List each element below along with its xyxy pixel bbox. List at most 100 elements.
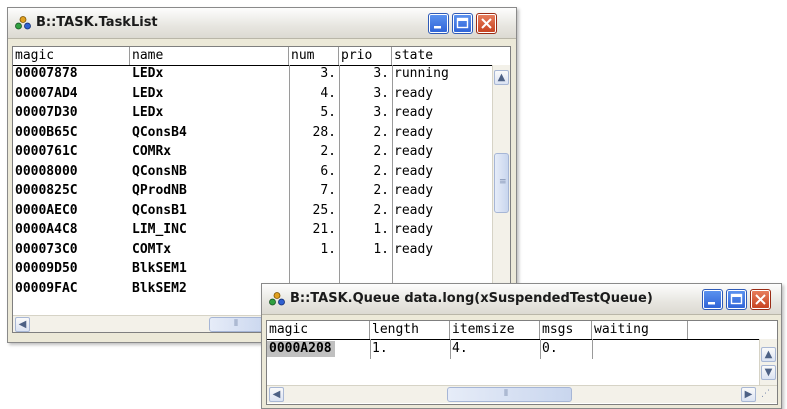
cell-num: 2. (320, 144, 336, 159)
grip-icon: ⦀ (504, 389, 508, 399)
vertical-scrollbar[interactable]: ▲ ▼ (759, 339, 777, 385)
scroll-right-button[interactable]: ▶ (741, 387, 756, 402)
cell-num: 1. (320, 241, 336, 257)
scroll-left-button[interactable]: ◀ (269, 387, 284, 402)
cell-name: QConsNB (132, 163, 187, 179)
cell-name: QConsB1 (132, 202, 187, 218)
resize-grip-icon[interactable]: ⋰ (761, 389, 770, 399)
table-row[interactable]: 00007AD4 LEDx 4. 3. ready (13, 86, 510, 102)
scroll-thumb[interactable]: ⦀ (447, 387, 572, 402)
chevron-down-icon: ▼ (764, 367, 773, 378)
cell-state: ready (394, 222, 434, 237)
maximize-button[interactable] (452, 13, 473, 34)
cell-state: ready (394, 144, 434, 159)
cell-prio: 1. (373, 241, 389, 257)
table-header: magic name num prio state (13, 47, 510, 66)
horizontal-scrollbar[interactable]: ◀ ⦀ ▶ ⋰ (267, 385, 777, 403)
close-button[interactable] (476, 13, 497, 34)
chevron-left-icon: ◀ (272, 389, 281, 400)
cell-state: ready (394, 241, 434, 257)
cell-num: 28. (312, 124, 336, 140)
cell-magic: 00009D50 (15, 261, 78, 276)
cell-num: 7. (320, 183, 336, 198)
table-row[interactable]: 0000825C QProdNB 7. 2. ready (13, 183, 510, 199)
column-header-prio[interactable]: prio (339, 47, 392, 65)
table-row[interactable]: 0000AEC0 QConsB1 25. 2. ready (13, 203, 510, 219)
cell-msgs: 0. (542, 341, 558, 356)
cell-name: LIM_INC (132, 222, 187, 237)
table-row[interactable]: 00008000 QConsNB 6. 2. ready (13, 164, 510, 180)
window-title: B::TASK.TaskList (36, 15, 158, 30)
cell-num: 6. (320, 163, 336, 179)
cell-name: QProdNB (132, 183, 187, 198)
cell-itemsize: 4. (452, 341, 468, 356)
column-header-num[interactable]: num (289, 47, 339, 65)
cell-state: ready (394, 163, 434, 179)
table-row[interactable]: 000073C0 COMTx 1. 1. ready (13, 242, 510, 258)
cell-magic: 00008000 (15, 163, 78, 179)
scroll-down-button[interactable]: ▼ (761, 365, 776, 380)
cell-state: ready (394, 124, 434, 140)
cell-state: running (394, 66, 449, 81)
cell-magic: 0000825C (15, 183, 78, 198)
table-row[interactable]: 00009D50 BlkSEM1 (13, 261, 510, 277)
column-header-length[interactable]: length (370, 321, 450, 339)
column-header-magic[interactable]: magic (13, 47, 130, 65)
chevron-left-icon: ◀ (18, 319, 27, 330)
queue-window: B::TASK.Queue data.long(xSuspendedTestQu… (261, 283, 782, 409)
cell-prio (339, 261, 392, 277)
column-header-waiting[interactable]: waiting (592, 321, 688, 339)
scroll-thumb[interactable]: ⦀ (209, 317, 269, 332)
table-row[interactable]: 0000A4C8 LIM_INC 21. 1. ready (13, 222, 510, 238)
cell-state: ready (394, 202, 434, 218)
column-header-itemsize[interactable]: itemsize (450, 321, 540, 339)
cell-num: 3. (320, 66, 336, 81)
trace32-app-icon (15, 16, 31, 30)
chevron-up-icon: ▲ (764, 349, 773, 360)
cell-magic: 0000A4C8 (15, 222, 78, 237)
cell-length: 1. (372, 341, 388, 356)
cell-state: ready (394, 85, 434, 101)
cell-waiting (592, 341, 688, 357)
tasklist-titlebar[interactable]: B::TASK.TaskList (8, 8, 516, 39)
cell-num: 21. (312, 222, 336, 237)
grip-icon: ≡ (499, 177, 507, 187)
cell-prio: 2. (373, 124, 389, 140)
table-row[interactable]: 0000761C COMRx 2. 2. ready (13, 144, 510, 160)
window-title: B::TASK.Queue data.long(xSuspendedTestQu… (290, 291, 653, 306)
grip-icon: ⦀ (234, 319, 238, 329)
close-icon (755, 294, 766, 305)
table-row[interactable]: 0000B65C QConsB4 28. 2. ready (13, 125, 510, 141)
close-button[interactable] (750, 289, 771, 310)
cell-name: BlkSEM1 (132, 261, 187, 276)
minimize-icon (434, 26, 441, 29)
scroll-left-button[interactable]: ◀ (15, 317, 30, 332)
maximize-button[interactable] (726, 289, 747, 310)
scroll-up-button[interactable]: ▲ (761, 347, 776, 362)
column-header-msgs[interactable]: msgs (540, 321, 592, 339)
scroll-thumb[interactable]: ≡ (494, 153, 509, 213)
minimize-button[interactable] (702, 289, 723, 310)
column-header-state[interactable]: state (392, 47, 491, 65)
vertical-scrollbar[interactable]: ▲ ≡ (492, 65, 510, 317)
table-row[interactable]: 00007D30 LEDx 5. 3. ready (13, 105, 510, 121)
cell-prio: 3. (373, 85, 389, 101)
cell-name: LEDx (132, 66, 164, 81)
table-row[interactable]: 00007878 LEDx 3. 3. running (13, 66, 510, 82)
cell-magic: 0000AEC0 (15, 202, 78, 218)
table-row[interactable]: 0000A208 1. 4. 0. (267, 341, 777, 357)
maximize-icon (456, 17, 469, 29)
column-header-name[interactable]: name (130, 47, 289, 65)
minimize-button[interactable] (428, 13, 449, 34)
cell-magic: 00007878 (15, 66, 78, 81)
scroll-up-button[interactable]: ▲ (494, 70, 509, 85)
column-header-magic[interactable]: magic (267, 321, 370, 339)
cell-num: 25. (312, 202, 336, 218)
queue-titlebar[interactable]: B::TASK.Queue data.long(xSuspendedTestQu… (262, 284, 781, 315)
maximize-icon (730, 293, 743, 305)
cell-magic: 000073C0 (15, 241, 78, 257)
cell-state: ready (394, 105, 434, 120)
cell-prio: 2. (373, 144, 389, 159)
trace32-app-icon (269, 292, 285, 306)
cell-num: 5. (320, 105, 336, 120)
